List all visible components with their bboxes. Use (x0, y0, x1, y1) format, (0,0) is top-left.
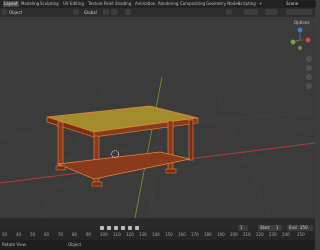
viewport-scene (0, 27, 315, 218)
ruler-tick: 60 (44, 232, 50, 237)
table-foot (165, 168, 177, 174)
perspective-toggle-icon[interactable] (306, 83, 312, 89)
tab-layout[interactable]: Layout (3, 1, 19, 7)
y-axis-line (134, 76, 163, 218)
ruler-tick: 140 (152, 232, 160, 237)
jump-end-icon[interactable] (135, 226, 139, 230)
jump-start-icon[interactable] (100, 226, 104, 230)
global-selector[interactable]: Global (84, 9, 97, 16)
tab-shading[interactable]: Shading (114, 1, 132, 7)
table-foot (55, 165, 66, 171)
3d-cursor-icon (111, 150, 119, 158)
ruler-tick: 200 (230, 232, 238, 237)
ruler-tick: 70 (58, 232, 64, 237)
ruler-tick: 160 (178, 232, 186, 237)
gizmo-y-icon[interactable] (290, 39, 296, 45)
tab-scripting[interactable]: Scripting (237, 1, 257, 7)
ruler-tick: 40 (16, 232, 22, 237)
scene-selector[interactable]: Scene (284, 1, 316, 7)
proportional-icon[interactable] (125, 9, 131, 15)
ruler-tick: 220 (256, 232, 264, 237)
pan-icon[interactable] (306, 65, 312, 71)
ruler-tick: 210 (243, 232, 251, 237)
ruler-tick: 100 (100, 232, 108, 237)
ruler-tick: 80 (72, 232, 78, 237)
tab-modeling[interactable]: Modeling (20, 1, 40, 7)
ruler-tick: 250 (297, 232, 305, 237)
table-foot (91, 181, 103, 187)
mode-selector[interactable]: Object (9, 9, 22, 16)
ruler-tick: 110 (113, 232, 121, 237)
table-leg (57, 121, 64, 167)
workspace-tabs-bar: Layout Modeling Sculpting UV Editing Tex… (0, 0, 316, 8)
tab-sculpting[interactable]: Sculpting (39, 1, 60, 7)
ruler-tick: 50 (30, 232, 36, 237)
play-reverse-icon[interactable] (114, 226, 118, 230)
shading-mode-buttons[interactable] (286, 9, 312, 15)
ruler-tick: 120 (126, 232, 134, 237)
viewport-side-tools[interactable] (306, 56, 312, 89)
pivot-icon[interactable] (103, 9, 109, 15)
gizmo-toggle-icon[interactable] (244, 9, 258, 15)
transform-orientation-icon[interactable] (73, 9, 79, 15)
status-bar: Rotate View Object (0, 240, 315, 250)
visibility-icon[interactable] (226, 9, 232, 15)
ruler-tick: 180 (204, 232, 212, 237)
prev-keyframe-icon[interactable] (107, 226, 111, 230)
ruler-tick: 130 (139, 232, 147, 237)
ruler-tick: 90 (86, 232, 92, 237)
ruler-tick: 50 (2, 232, 8, 237)
gizmo-z-icon[interactable] (297, 27, 303, 33)
tab-compositing[interactable]: Compositing (179, 1, 206, 7)
options-menu[interactable]: Options (294, 20, 309, 25)
snap-icon[interactable] (111, 9, 117, 15)
play-icon[interactable] (121, 226, 125, 230)
status-hint-object: Object (68, 242, 82, 247)
tab-rendering[interactable]: Rendering (157, 1, 179, 7)
viewport-header: Object Global (0, 8, 315, 17)
3d-viewport[interactable]: Options (0, 17, 315, 218)
tab-uv-editing[interactable]: UV Editing (62, 1, 85, 7)
ruler-tick: 170 (191, 232, 199, 237)
ruler-tick: 240 (282, 232, 290, 237)
navigation-gizmo[interactable] (290, 27, 311, 50)
gizmo-x-icon[interactable] (305, 37, 311, 43)
ruler-tick: 190 (217, 232, 225, 237)
next-keyframe-icon[interactable] (128, 226, 132, 230)
zoom-icon[interactable] (306, 56, 312, 62)
table-leg (188, 119, 194, 161)
tab-texture-paint[interactable]: Texture Paint (87, 1, 115, 7)
tab-geometry-nodes[interactable]: Geometry Nodes (205, 1, 241, 7)
overlay-toggle-icon[interactable] (265, 9, 277, 15)
timeline-ruler[interactable]: 50 40 50 60 70 80 90 100 110 120 130 140… (0, 231, 315, 240)
status-hint-rotate: Rotate View (2, 242, 26, 247)
gizmo-neg-y-icon[interactable] (298, 46, 302, 50)
camera-view-icon[interactable] (306, 74, 312, 80)
ruler-tick: 150 (165, 232, 173, 237)
ruler-tick: 230 (269, 232, 277, 237)
add-workspace-button[interactable]: + (258, 1, 263, 7)
floor-grid (0, 76, 315, 218)
editor-type-icon[interactable] (2, 9, 7, 15)
scene-name: Scene (286, 1, 299, 6)
tab-animation[interactable]: Animation (134, 1, 156, 7)
